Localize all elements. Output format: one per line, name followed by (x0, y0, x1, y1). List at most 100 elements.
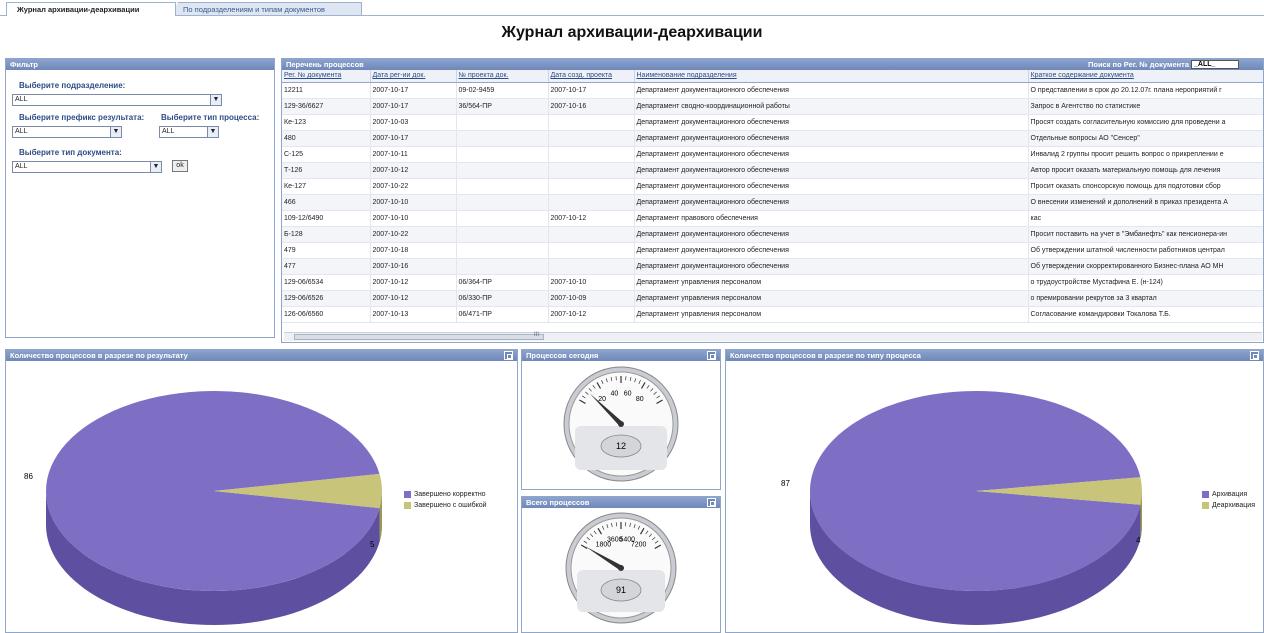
table-row[interactable]: Т-126 2007-10-12 Департамент документацион… (282, 162, 1263, 179)
column-header[interactable]: Наименование подразделения (634, 70, 1029, 83)
table-row[interactable]: 480 2007-10-17 Департамент документационно… (282, 130, 1263, 147)
maximize-icon[interactable] (707, 351, 716, 360)
table-row[interactable]: Ке-127 2007-10-22 Департамент документацио… (282, 178, 1263, 195)
table-cell: 2007-10-13 (370, 306, 457, 323)
table-cell: 477 (282, 258, 371, 275)
table-cell: 2007-10-17 (370, 98, 457, 115)
ok-button[interactable]: ok (172, 160, 188, 172)
table-cell: 109-12/6490 (282, 210, 371, 227)
table-row[interactable]: 129-06/6526 2007-10-12 06/330-ПР 2007-10-09… (282, 290, 1263, 307)
table-cell (456, 146, 549, 163)
column-header[interactable]: № проекта док. (456, 70, 549, 83)
table-cell (456, 114, 549, 131)
table-header-row: Рег. № документа Дата рег-ии док. № проект… (282, 70, 1263, 83)
maximize-icon[interactable] (1250, 351, 1259, 360)
table-row[interactable]: Ке-123 2007-10-03 Департамент документацио… (282, 114, 1263, 131)
table-row[interactable]: 129-36/6627 2007-10-17 36/564-ПР 2007-10-16… (282, 98, 1263, 115)
maximize-icon[interactable] (707, 498, 716, 507)
table-row[interactable]: 129-06/6534 2007-10-12 06/364-ПР 2007-10-10… (282, 274, 1263, 291)
table-cell: 2007-10-10 (370, 194, 457, 211)
prefix-label: Выберите префикс результата: (19, 113, 145, 122)
tab-journal[interactable]: Журнал архивации-деархивации (6, 2, 176, 16)
table-cell: Отдельные вопросы АО "Сенсер" (1028, 130, 1263, 147)
table-cell: 129-06/6526 (282, 290, 371, 307)
maximize-icon[interactable] (504, 351, 513, 360)
column-header[interactable]: Краткое содержание документа (1028, 70, 1263, 83)
table-cell (456, 130, 549, 147)
result-pie-header: Количество процессов в разрезе по резуль… (6, 350, 517, 361)
table-row[interactable]: 12211 2007-10-17 09-02-9459 2007-10-17 Депар… (282, 82, 1263, 99)
chevron-down-icon[interactable]: ▼ (110, 127, 121, 137)
table-cell: 06/330-ПР (456, 290, 549, 307)
pie-value-label: 5 (370, 540, 375, 549)
table-cell: Т-126 (282, 162, 371, 179)
total-gauge-panel: Всего процессов 1800 3600 5400 7200 91 (521, 496, 721, 633)
table-cell: 2007-10-03 (370, 114, 457, 131)
gauge-tick-label: 7200 (631, 542, 647, 549)
process-table: Рег. № документа Дата рег-ии док. № проект… (282, 70, 1263, 323)
pie-value-label: 86 (24, 472, 33, 481)
table-cell (548, 178, 635, 195)
table-cell: Согласование командировки Токалова Т.Б. (1028, 306, 1263, 323)
table-cell: 2007-10-10 (370, 210, 457, 227)
table-cell: 126-06/6560 (282, 306, 371, 323)
table-row[interactable]: Б-128 2007-10-22 Департамент документацион… (282, 226, 1263, 243)
table-cell: о трудоустройстве Мустафина Е. (н-124) (1028, 274, 1263, 291)
today-gauge-panel: Процессов сегодня 20 40 60 80 12 (521, 349, 721, 490)
prefix-select[interactable]: ALL ▼ (12, 126, 122, 138)
column-header[interactable]: Рег. № документа (282, 70, 371, 83)
column-header[interactable]: Дата созд. проекта (548, 70, 635, 83)
doctype-select[interactable]: ALL ▼ (12, 161, 162, 173)
total-gauge-header: Всего процессов (522, 497, 720, 508)
table-cell: 2007-10-16 (548, 98, 635, 115)
table-cell: Просит поставить на учет в "Эмбанефть" к… (1028, 226, 1263, 243)
table-row[interactable]: 109-12/6490 2007-10-10 2007-10-12 Департаме… (282, 210, 1263, 227)
table-cell: 129-36/6627 (282, 98, 371, 115)
chevron-down-icon[interactable]: ▼ (210, 95, 221, 105)
table-cell: 2007-10-12 (548, 306, 635, 323)
legend-label: Архивация (1212, 491, 1248, 498)
table-row[interactable]: 466 2007-10-10 Департамент документационно… (282, 194, 1263, 211)
process-type-select[interactable]: ALL ▼ (159, 126, 219, 138)
legend-item: Завершено корректно (404, 490, 487, 501)
table-row[interactable]: С-125 2007-10-11 Департамент документацион… (282, 146, 1263, 163)
table-row[interactable]: 126-06/6560 2007-10-13 06/471-ПР 2007-10-12… (282, 306, 1263, 323)
table-cell: 466 (282, 194, 371, 211)
search-input[interactable]: _ALL_ (1191, 60, 1239, 69)
table-cell: Департамент документационного обеспечени… (634, 162, 1029, 179)
table-row[interactable]: 479 2007-10-18 Департамент документационно… (282, 242, 1263, 259)
table-cell: кас (1028, 210, 1263, 227)
division-select[interactable]: ALL ▼ (12, 94, 222, 106)
horizontal-scrollbar[interactable]: III (284, 332, 1262, 341)
table-cell: Департамент управления персоналом (634, 306, 1029, 323)
scroll-marker: III (534, 332, 540, 338)
column-header[interactable]: Дата рег-ии док. (370, 70, 457, 83)
table-cell: 2007-10-12 (548, 210, 635, 227)
gauge-value: 91 (616, 585, 626, 595)
doctype-select-value: ALL (15, 163, 28, 170)
table-cell: 12211 (282, 82, 371, 99)
table-cell: 2007-10-11 (370, 146, 457, 163)
table-row[interactable]: 477 2007-10-16 Департамент документационно… (282, 258, 1263, 275)
gauge-hub (618, 565, 624, 571)
page-title: Журнал архивации-деархивации (501, 24, 763, 41)
gauge-tick-label: 40 (610, 391, 618, 398)
table-cell: Ке-127 (282, 178, 371, 195)
table-cell (548, 226, 635, 243)
legend-item: Завершено с ошибкой (404, 501, 487, 512)
scrollbar-thumb[interactable] (294, 334, 544, 340)
table-cell: Департамент управления персоналом (634, 290, 1029, 307)
table-cell (548, 258, 635, 275)
tab-by-divisions[interactable]: По подразделениям и типам документов (172, 2, 362, 16)
chevron-down-icon[interactable]: ▼ (150, 162, 161, 172)
table-cell: 2007-10-16 (370, 258, 457, 275)
legend-label: Завершено корректно (414, 491, 486, 498)
table-cell: Просит оказать спонсорскую помощь для по… (1028, 178, 1263, 195)
table-cell: 2007-10-17 (370, 82, 457, 99)
chevron-down-icon[interactable]: ▼ (207, 127, 218, 137)
legend-swatch (1202, 490, 1209, 498)
table-cell: 2007-10-17 (370, 130, 457, 147)
table-cell: 2007-10-12 (370, 162, 457, 179)
table-cell: 2007-10-22 (370, 178, 457, 195)
gauge-tick-label: 80 (636, 396, 644, 403)
